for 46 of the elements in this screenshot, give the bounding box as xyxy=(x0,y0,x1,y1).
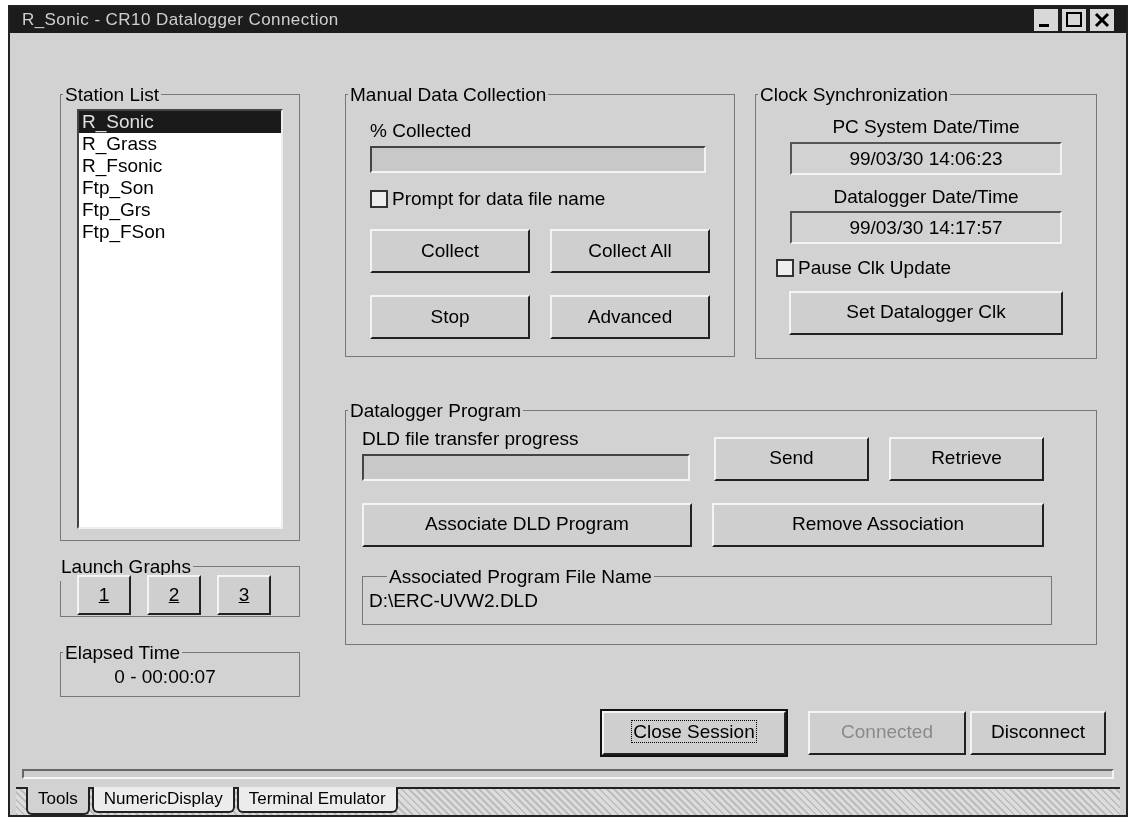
file-name-value: D:\ERC-UVW2.DLD xyxy=(369,589,539,613)
action-button[interactable]: Collect All xyxy=(550,229,710,273)
group-title: Manual Data Collection xyxy=(349,82,548,107)
checkbox-label: Pause Clk Update xyxy=(798,256,952,280)
group-title: Clock Synchronization xyxy=(759,82,949,107)
date-time-field: 99/03/30 14:06:23 xyxy=(790,141,1062,175)
group-title: Associated Program File Name xyxy=(388,564,653,589)
station-listbox[interactable]: R_Sonic R_Grass R_Fsonic Ftp_Son Ftp_Grs Ftp_FSon xyxy=(77,109,283,529)
station-item[interactable]: R_Fsonic xyxy=(79,155,281,177)
tab[interactable]: NumericDisplay xyxy=(91,787,235,813)
graph-button[interactable]: 2 xyxy=(147,575,201,615)
station-item[interactable]: Ftp_FSon xyxy=(79,221,281,243)
action-button[interactable]: Retrieve xyxy=(889,436,1044,481)
checkbox[interactable] xyxy=(370,189,388,208)
session-button[interactable]: Close Session xyxy=(602,710,786,755)
action-button[interactable]: Send xyxy=(714,436,869,481)
field-label: Datalogger Date/Time xyxy=(833,184,1019,209)
progress-label: % Collected xyxy=(370,119,473,143)
progress-label: DLD file transfer progress xyxy=(362,427,580,451)
field-label: PC System Date/Time xyxy=(832,115,1020,139)
station-item[interactable]: R_Sonic xyxy=(79,111,281,133)
action-button[interactable]: Collect xyxy=(370,229,530,273)
minimize-icon[interactable] xyxy=(1034,8,1058,31)
station-item[interactable]: Ftp_Son xyxy=(79,177,281,199)
tab[interactable]: Terminal Emulator xyxy=(236,787,398,813)
station-item[interactable]: R_Grass xyxy=(79,133,281,155)
action-button[interactable]: Stop xyxy=(370,295,530,339)
action-button[interactable]: Associate DLD Program xyxy=(362,502,692,547)
set-clock-button[interactable]: Set Datalogger Clk xyxy=(789,290,1063,335)
tab[interactable]: Tools xyxy=(26,787,90,815)
action-button[interactable]: Remove Association xyxy=(712,502,1044,547)
elapsed-time-value: 0 - 00:00:07 xyxy=(114,665,217,689)
action-button[interactable]: Advanced xyxy=(550,295,710,339)
graph-button[interactable]: 1 xyxy=(77,575,131,615)
group-title: Elapsed Time xyxy=(64,640,182,665)
group-title: Datalogger Program xyxy=(349,398,523,423)
checkbox-label: Prompt for data file name xyxy=(392,186,606,211)
session-button[interactable]: Disconnect xyxy=(970,710,1106,755)
group-title: Station List xyxy=(64,82,160,107)
maximize-icon[interactable] xyxy=(1062,8,1086,31)
graph-button[interactable]: 3 xyxy=(217,575,271,615)
close-icon[interactable] xyxy=(1090,8,1114,31)
station-item[interactable]: Ftp_Grs xyxy=(79,199,281,221)
date-time-field: 99/03/30 14:17:57 xyxy=(790,211,1062,244)
window-title: R_Sonic - CR10 Datalogger Connection xyxy=(22,9,339,31)
checkbox[interactable] xyxy=(776,259,794,278)
